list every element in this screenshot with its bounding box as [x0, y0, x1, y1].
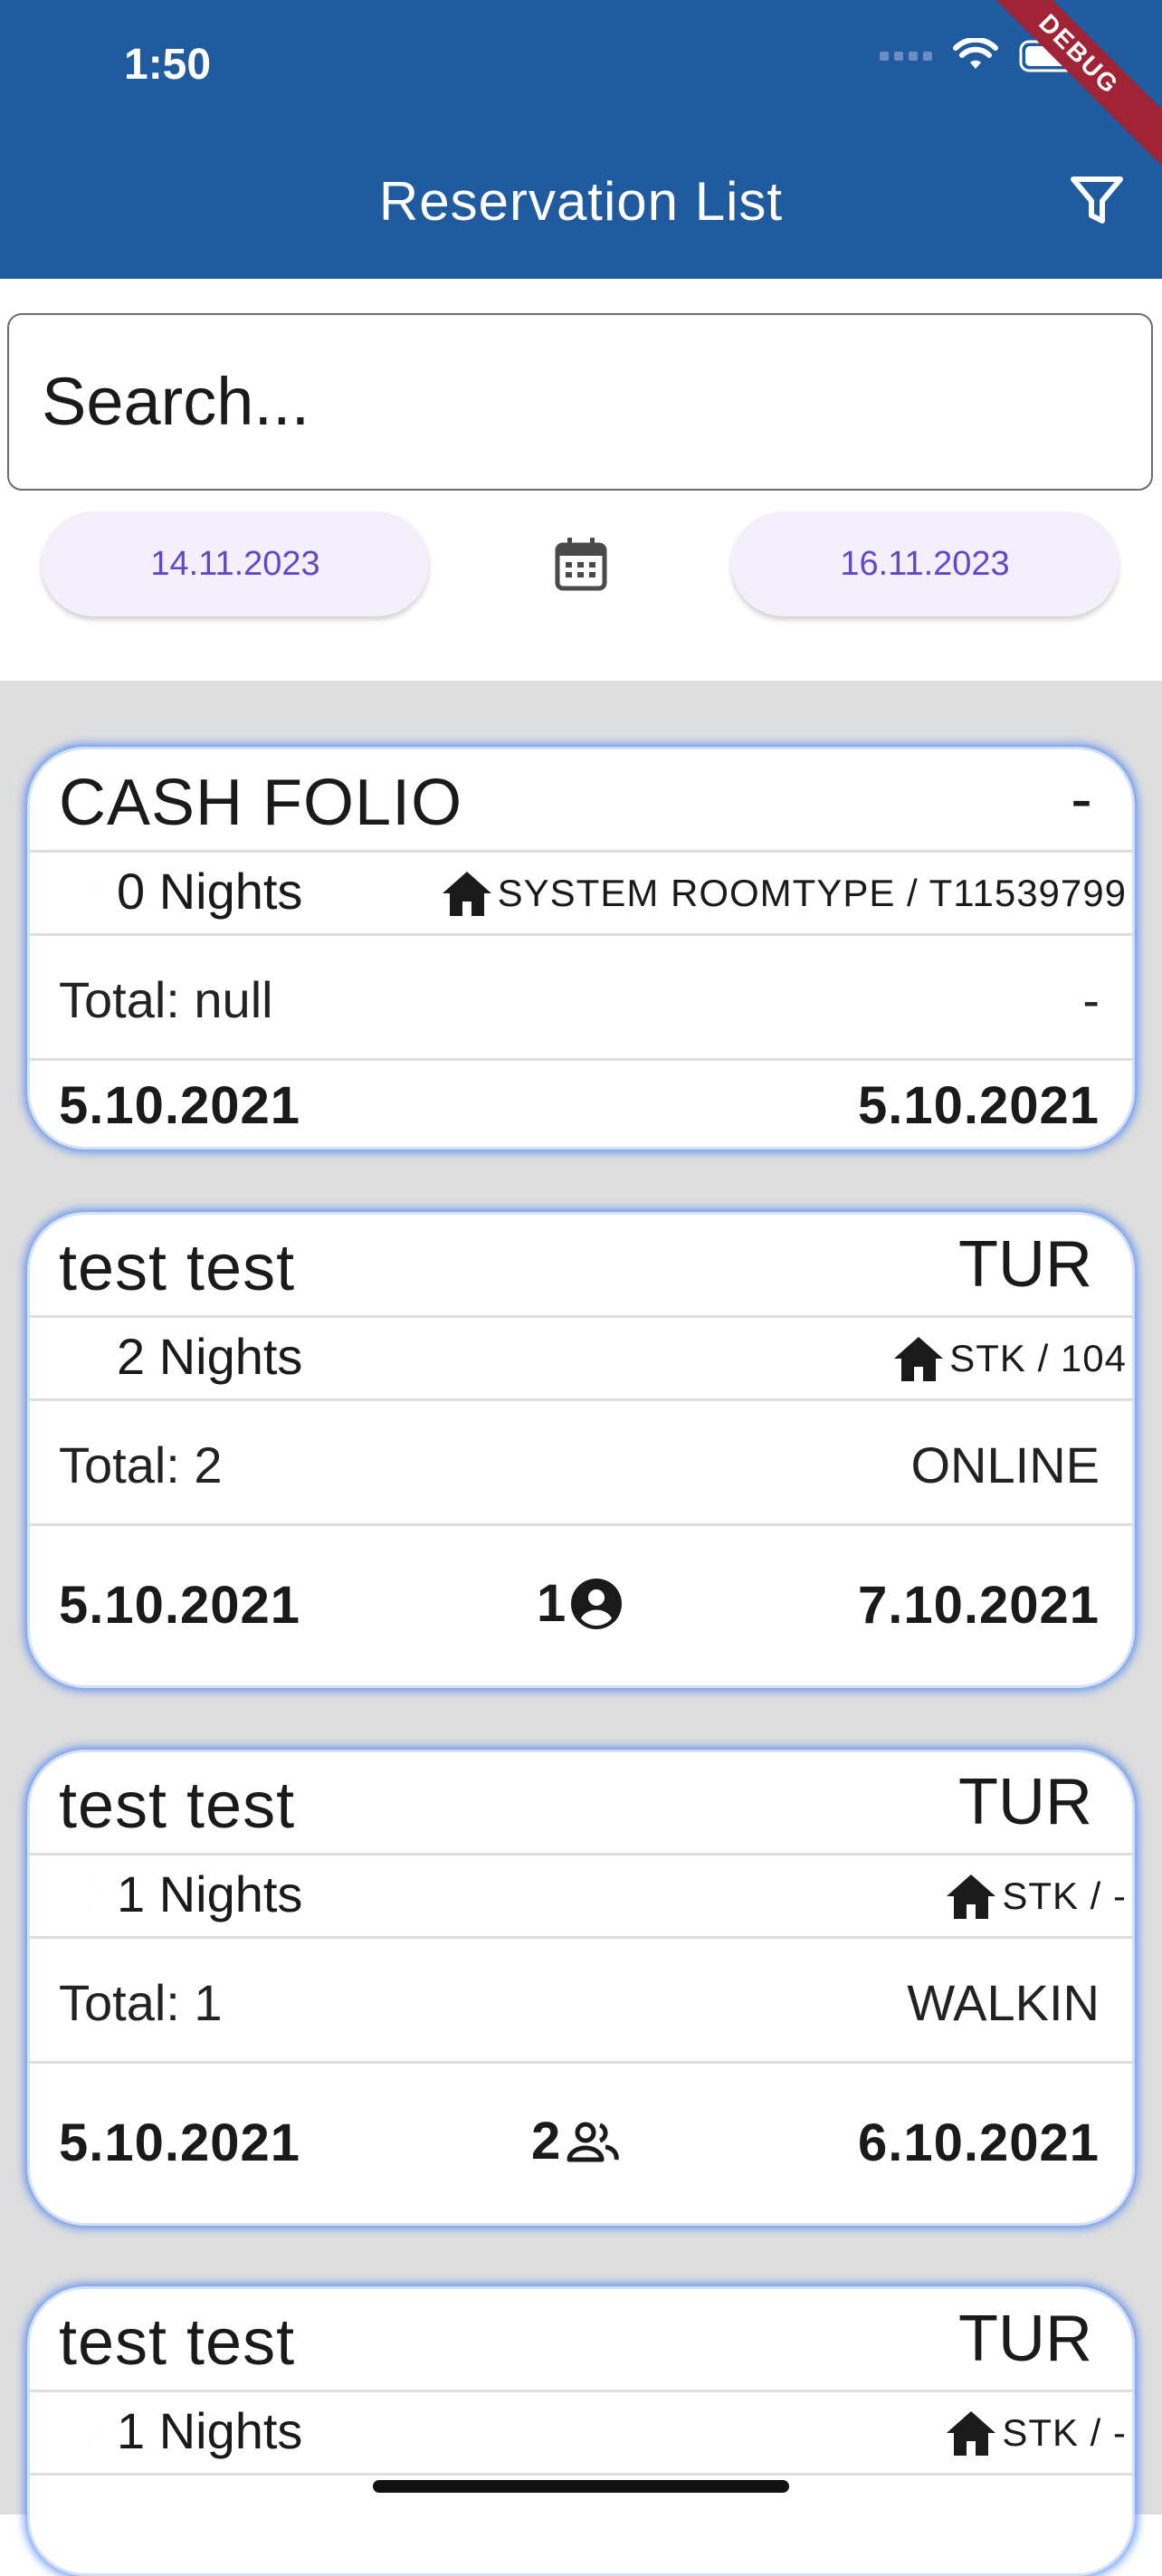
departure-date: 7.10.2021 — [857, 1576, 1100, 1635]
home-icon — [947, 2411, 996, 2456]
end-date-button[interactable]: 16.11.2023 — [731, 511, 1119, 616]
app-bar: 1:50 Reservation List DEBUG — [0, 0, 1162, 279]
calendar-icon[interactable] — [554, 536, 608, 594]
moon-icon — [71, 1331, 97, 1381]
debug-banner: DEBUG — [949, 0, 1162, 184]
divider — [30, 2390, 1132, 2392]
divider — [30, 1315, 1132, 1318]
reservation-list: CASH FOLIO - 0 Nights SYSTEM ROOMTYPE / … — [0, 681, 1162, 2576]
guest-count: 2 — [531, 2111, 622, 2171]
home-icon — [947, 1875, 996, 1919]
reservation-card[interactable]: test test TUR 1 Nights STK / - — [27, 2286, 1135, 2576]
room-label: STK / 104 — [949, 1337, 1127, 1379]
home-indicator[interactable] — [373, 2480, 789, 2493]
guest-count: 1 — [537, 1573, 624, 1634]
nights-info: 1 Nights — [57, 1865, 302, 1923]
reservation-card[interactable]: CASH FOLIO - 0 Nights SYSTEM ROOMTYPE / … — [27, 747, 1135, 1150]
total-label: Total: null — [59, 971, 273, 1028]
nights-info: 2 Nights — [57, 1327, 302, 1386]
divider — [30, 1398, 1132, 1401]
cellular-signal-icon — [880, 52, 932, 61]
nights-count: 0 Nights — [117, 863, 303, 920]
nationality-code: TUR — [958, 1228, 1092, 1301]
moon-icon — [71, 866, 97, 916]
search-input[interactable]: Search... — [7, 313, 1153, 491]
room-info: SYSTEM ROOMTYPE / T11539799 — [440, 869, 1127, 918]
departure-date: 6.10.2021 — [857, 2113, 1100, 2172]
nights-count: 1 Nights — [117, 1865, 303, 1922]
divider — [30, 1058, 1132, 1061]
divider — [30, 850, 1132, 853]
room-label: STK / - — [1002, 1875, 1127, 1917]
reservation-card[interactable]: test test TUR 2 Nights STK / 104 Total: … — [27, 1212, 1135, 1688]
nationality-code: TUR — [958, 1766, 1092, 1838]
wifi-icon — [953, 38, 998, 69]
divider — [30, 1523, 1132, 1526]
arrival-date: 5.10.2021 — [59, 2113, 301, 2172]
nights-info: 1 Nights — [57, 2401, 302, 2460]
room-info: STK / - — [944, 1872, 1127, 1921]
page-title: Reservation List — [378, 171, 784, 232]
arrival-date: 5.10.2021 — [59, 1076, 301, 1135]
nights-info: 0 Nights — [57, 862, 302, 921]
moon-icon — [71, 2406, 97, 2456]
guest-name: CASH FOLIO — [59, 767, 463, 839]
arrival-date: 5.10.2021 — [59, 1576, 301, 1635]
room-info: STK / - — [944, 2409, 1127, 2457]
total-label: Total: 2 — [59, 1436, 223, 1493]
divider — [30, 2061, 1132, 2064]
guest-name: test test — [59, 1232, 296, 1304]
guest-count-value: 2 — [531, 2112, 561, 2171]
home-icon — [894, 1337, 944, 1381]
divider — [30, 2473, 1132, 2476]
channel-label: ONLINE — [910, 1436, 1100, 1493]
room-label: STK / - — [1002, 2411, 1127, 2454]
moon-icon — [71, 1869, 97, 1919]
divider — [30, 933, 1132, 936]
guest-count-value: 1 — [537, 1574, 567, 1633]
nationality-code: - — [1071, 763, 1092, 835]
reservation-card[interactable]: test test TUR 1 Nights STK / - Total: 1 … — [27, 1750, 1135, 2226]
channel-label: - — [1082, 971, 1100, 1028]
divider — [30, 1936, 1132, 1939]
channel-label: WALKIN — [907, 1974, 1100, 2031]
guest-name: test test — [59, 1770, 296, 1842]
people-icon — [567, 2122, 619, 2161]
filter-icon[interactable] — [1068, 172, 1126, 230]
nationality-code: TUR — [958, 2303, 1092, 2375]
total-label: Total: 1 — [59, 1974, 223, 2031]
room-info: STK / 104 — [891, 1334, 1127, 1383]
guest-name: test test — [59, 2306, 296, 2379]
departure-date: 5.10.2021 — [857, 1076, 1100, 1135]
home-icon — [442, 872, 491, 916]
status-time: 1:50 — [124, 41, 212, 89]
divider — [30, 1853, 1132, 1856]
account-circle-icon — [571, 1578, 623, 1629]
start-date-button[interactable]: 14.11.2023 — [42, 511, 429, 616]
nights-count: 1 Nights — [117, 2402, 303, 2459]
room-label: SYSTEM ROOMTYPE / T11539799 — [497, 872, 1127, 914]
nights-count: 2 Nights — [117, 1328, 303, 1385]
